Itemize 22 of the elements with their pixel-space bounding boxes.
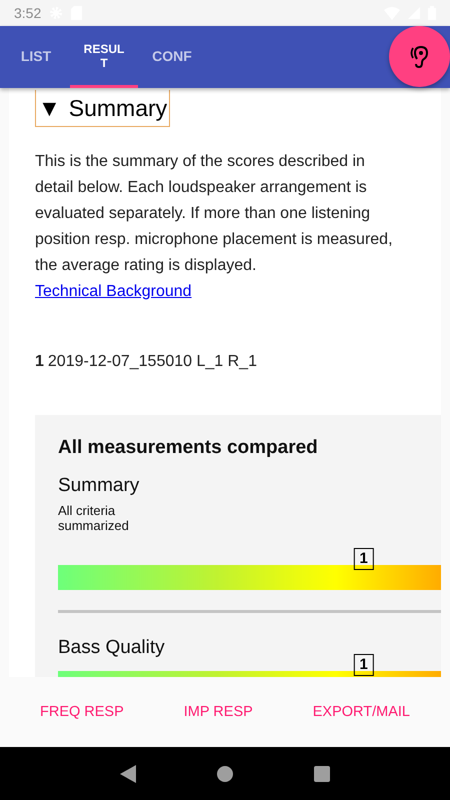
measurement-index: 1 bbox=[35, 353, 44, 370]
tab[interactable]: LIST bbox=[2, 26, 70, 88]
panel-title: All measurements compared bbox=[58, 437, 319, 459]
back-icon[interactable] bbox=[120, 764, 136, 782]
criterion-title: Bass Quality bbox=[58, 637, 165, 659]
description: This is the summary of the scores described in detail below. Each loudspeaker arrangement is evaluated separately. If more than one listening position resp. microphone placement is measured, the average rating is displayed. bbox=[35, 152, 394, 276]
technical-background-link[interactable]: Technical Background bbox=[35, 279, 192, 305]
section-title: Summary bbox=[68, 94, 168, 122]
collapse-toggle[interactable]: ▼ bbox=[38, 94, 61, 122]
section-heading[interactable]: ▼ Summary bbox=[35, 90, 170, 127]
action-button[interactable]: IMP RESP bbox=[176, 696, 261, 728]
recents-icon[interactable] bbox=[314, 766, 330, 782]
status-time: 3:52 bbox=[14, 5, 42, 21]
criterion-title: Summary bbox=[58, 475, 140, 497]
home-icon[interactable] bbox=[216, 766, 233, 782]
action-button[interactable]: FREQ RESP bbox=[32, 696, 132, 728]
tab[interactable]: CONF bbox=[138, 26, 206, 88]
criterion-note: All criteria summarized bbox=[58, 503, 130, 533]
ear-icon bbox=[410, 44, 430, 68]
action-button[interactable]: EXPORT/MAIL bbox=[304, 696, 418, 728]
ear-button[interactable] bbox=[389, 26, 450, 87]
measurement-name: 2019-12-07_155010 L_1 R_1 bbox=[48, 353, 257, 370]
